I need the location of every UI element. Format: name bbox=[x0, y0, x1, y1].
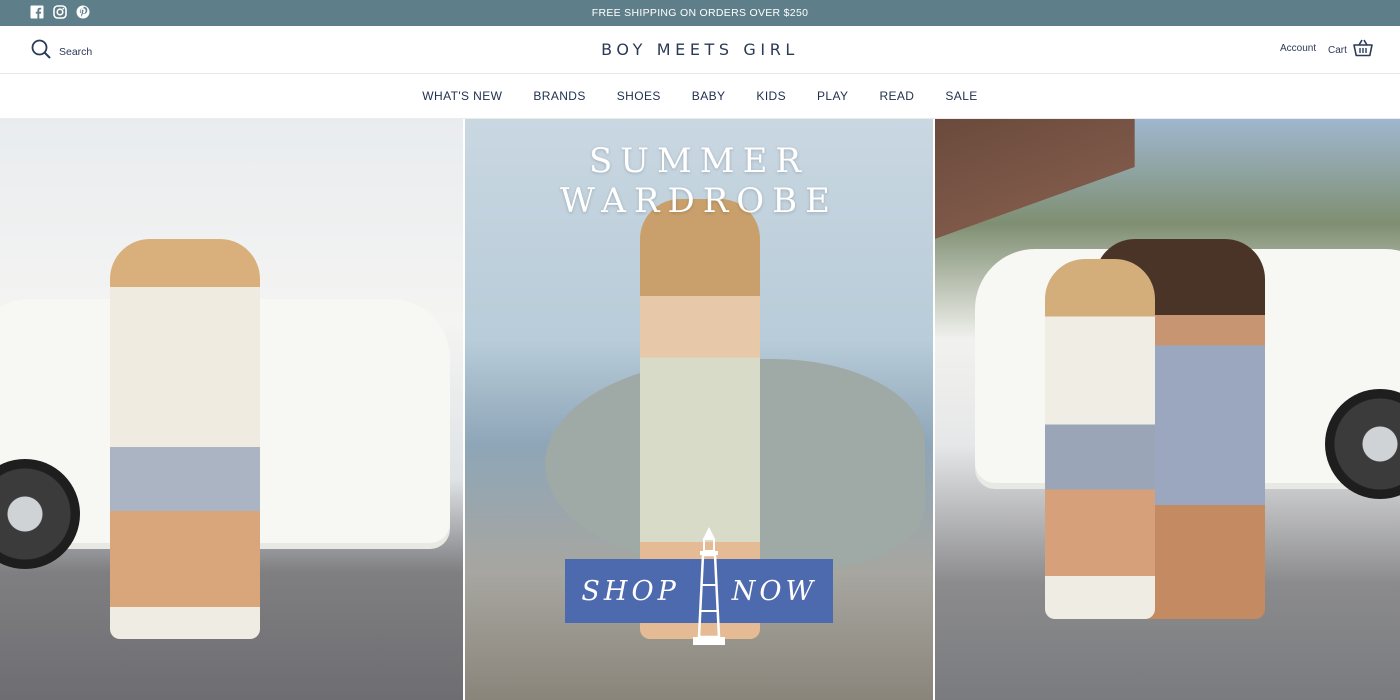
summer-wardrobe-headline: SUMMER WARDROBE bbox=[560, 141, 838, 221]
nav-item-read[interactable]: READ bbox=[879, 89, 914, 103]
nav-item-shoes[interactable]: SHOES bbox=[617, 89, 661, 103]
shop-now-text-left: SHOP bbox=[581, 575, 680, 607]
nav-item-kids[interactable]: KIDS bbox=[756, 89, 786, 103]
basket-icon bbox=[1353, 39, 1373, 62]
nav-item-sale[interactable]: SALE bbox=[945, 89, 977, 103]
facebook-icon[interactable] bbox=[30, 5, 44, 19]
nav-item-baby[interactable]: BABY bbox=[692, 89, 726, 103]
nav-item-brands[interactable]: BRANDS bbox=[533, 89, 585, 103]
boy-figure bbox=[110, 239, 260, 639]
site-header: Search BOY MEETS GIRL Account Cart bbox=[0, 26, 1400, 74]
nav-item-whats-new[interactable]: WHAT'S NEW bbox=[422, 89, 502, 103]
main-nav: WHAT'S NEW BRANDS SHOES BABY KIDS PLAY R… bbox=[0, 74, 1400, 119]
nav-item-play[interactable]: PLAY bbox=[817, 89, 848, 103]
account-link[interactable]: Account bbox=[1280, 43, 1316, 54]
pinterest-icon[interactable] bbox=[76, 5, 90, 19]
hero-photo-boy-with-car[interactable] bbox=[0, 119, 464, 700]
house-roof-shape bbox=[934, 119, 1135, 239]
site-logo[interactable]: BOY MEETS GIRL bbox=[0, 40, 1400, 59]
shop-now-text-right: NOW bbox=[731, 575, 818, 607]
cart-button[interactable]: Cart bbox=[1328, 39, 1373, 62]
hero-photo-summer-wardrobe[interactable]: SUMMER WARDROBE SHOP NOW bbox=[465, 119, 933, 700]
social-links bbox=[30, 5, 90, 19]
announcement-bar: FREE SHIPPING ON ORDERS OVER $250 bbox=[0, 0, 1400, 26]
lighthouse-icon bbox=[689, 525, 729, 649]
cart-label: Cart bbox=[1328, 45, 1347, 56]
hero-photo-mother-and-son[interactable] bbox=[934, 119, 1400, 700]
son-figure bbox=[1044, 259, 1155, 619]
announcement-text: FREE SHIPPING ON ORDERS OVER $250 bbox=[591, 7, 809, 19]
hero-banner[interactable]: SUMMER WARDROBE SHOP NOW bbox=[0, 119, 1400, 700]
instagram-icon[interactable] bbox=[53, 5, 67, 19]
